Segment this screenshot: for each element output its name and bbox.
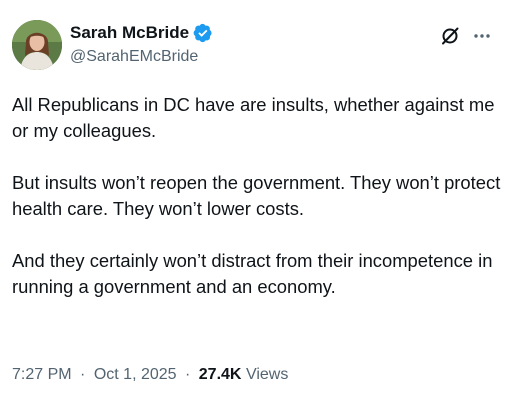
author-handle[interactable]: @SarahEMcBride	[70, 47, 198, 67]
views-count[interactable]: 27.4K	[199, 366, 242, 383]
tweet-paragraph: But insults won’t reopen the government.…	[12, 172, 501, 219]
avatar-image	[12, 20, 62, 70]
tweet-paragraph: All Republicans in DC have are insults, …	[12, 94, 495, 141]
tweet-time[interactable]: 7:27 PM	[12, 366, 72, 383]
meta-separator: ·	[185, 366, 191, 383]
tweet-text: All Republicans in DC have are insults, …	[12, 92, 502, 300]
tweet-date[interactable]: Oct 1, 2025	[94, 366, 177, 383]
more-options-icon[interactable]	[472, 26, 492, 46]
author-name-row: Sarah McBride	[70, 22, 213, 44]
grok-icon[interactable]	[440, 26, 460, 46]
avatar[interactable]	[12, 20, 62, 70]
tweet-paragraph: And they certainly won’t distract from t…	[12, 250, 493, 297]
meta-separator: ·	[80, 366, 86, 383]
author-display-name[interactable]: Sarah McBride	[70, 22, 189, 44]
tweet-meta: 7:27 PM · Oct 1, 2025 · 27.4K Views	[12, 364, 288, 386]
verified-badge-icon[interactable]	[193, 23, 213, 43]
tweet-card: Sarah McBride @SarahEMcBride All Republi…	[0, 0, 512, 401]
views-label: Views	[245, 366, 289, 383]
